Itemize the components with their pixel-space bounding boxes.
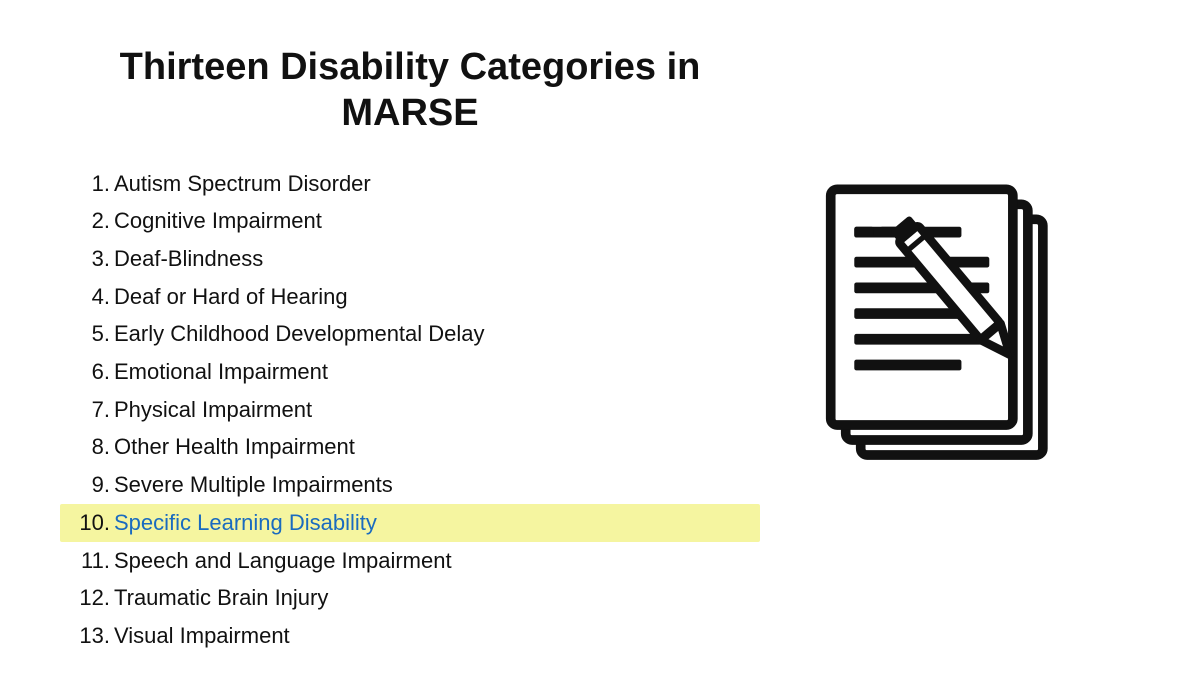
item-number: 4. [68, 282, 110, 312]
list-item: 3.Deaf-Blindness [60, 240, 760, 278]
item-number: 13. [68, 621, 110, 651]
list-item: 11.Speech and Language Impairment [60, 542, 760, 580]
list-item: 12.Traumatic Brain Injury [60, 579, 760, 617]
item-text: Specific Learning Disability [114, 508, 377, 538]
list-item: 13.Visual Impairment [60, 617, 760, 655]
list-item: 4.Deaf or Hard of Hearing [60, 278, 760, 316]
document-writing-icon [820, 175, 1120, 525]
list-item: 10.Specific Learning Disability [60, 504, 760, 542]
page-title: Thirteen Disability Categories in MARSE [60, 45, 760, 136]
list-item: 6.Emotional Impairment [60, 353, 760, 391]
icon-section [800, 175, 1140, 525]
item-number: 2. [68, 206, 110, 236]
item-text: Deaf or Hard of Hearing [114, 282, 348, 312]
list-item: 1.Autism Spectrum Disorder [60, 165, 760, 203]
item-text: Traumatic Brain Injury [114, 583, 328, 613]
item-text: Early Childhood Developmental Delay [114, 319, 485, 349]
item-text: Cognitive Impairment [114, 206, 322, 236]
list-item: 9.Severe Multiple Impairments [60, 466, 760, 504]
disability-list: 1.Autism Spectrum Disorder2.Cognitive Im… [60, 165, 760, 655]
item-number: 3. [68, 244, 110, 274]
item-number: 5. [68, 319, 110, 349]
item-number: 1. [68, 169, 110, 199]
item-text: Emotional Impairment [114, 357, 328, 387]
item-text: Visual Impairment [114, 621, 290, 651]
item-number: 6. [68, 357, 110, 387]
list-item: 8.Other Health Impairment [60, 428, 760, 466]
item-text: Autism Spectrum Disorder [114, 169, 371, 199]
item-number: 8. [68, 432, 110, 462]
item-text: Speech and Language Impairment [114, 546, 452, 576]
item-text: Severe Multiple Impairments [114, 470, 393, 500]
item-number: 12. [68, 583, 110, 613]
item-number: 9. [68, 470, 110, 500]
item-number: 10. [68, 508, 110, 538]
list-item: 5.Early Childhood Developmental Delay [60, 315, 760, 353]
page-container: Thirteen Disability Categories in MARSE … [0, 0, 1200, 700]
item-text: Deaf-Blindness [114, 244, 263, 274]
item-text: Physical Impairment [114, 395, 312, 425]
item-text: Other Health Impairment [114, 432, 355, 462]
content-section: Thirteen Disability Categories in MARSE … [60, 45, 760, 654]
item-number: 11. [68, 546, 110, 576]
item-number: 7. [68, 395, 110, 425]
list-item: 2.Cognitive Impairment [60, 202, 760, 240]
list-item: 7.Physical Impairment [60, 391, 760, 429]
